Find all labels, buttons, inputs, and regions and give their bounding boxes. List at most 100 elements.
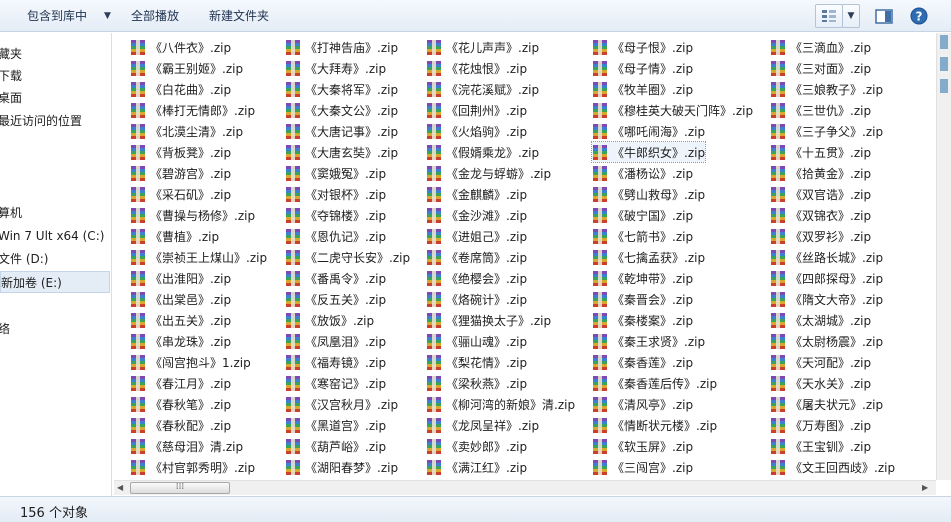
- file-item[interactable]: 《王宝钏》.zip: [770, 436, 871, 456]
- file-item[interactable]: 《三世仇》.zip: [770, 100, 871, 120]
- file-item[interactable]: 《放饭》.zip: [285, 310, 374, 330]
- nav-item[interactable]: 算机: [0, 202, 22, 224]
- file-item[interactable]: 《秦楼案》.zip: [592, 310, 693, 330]
- nav-item[interactable]: 最近访问的位置: [0, 110, 82, 132]
- file-item[interactable]: 《湖阳春梦》.zip: [285, 457, 398, 477]
- file-item[interactable]: 《大唐玄奘》.zip: [285, 142, 398, 162]
- file-item[interactable]: 《文王回西歧》.zip: [770, 457, 895, 477]
- scroll-left-arrow-icon[interactable]: ◀: [117, 483, 123, 492]
- file-item[interactable]: 《背板凳》.zip: [130, 142, 231, 162]
- nav-item[interactable]: 文件 (D:): [0, 248, 48, 270]
- file-item[interactable]: 《秦香莲后传》.zip: [592, 373, 717, 393]
- file-item[interactable]: 《二虎守长安》.zip: [285, 247, 410, 267]
- file-item[interactable]: 《出棠邑》.zip: [130, 289, 231, 309]
- file-item[interactable]: 《大唐记事》.zip: [285, 121, 398, 141]
- file-item[interactable]: 《村官郭秀明》.zip: [130, 457, 255, 477]
- file-item[interactable]: 《进姐己》.zip: [426, 226, 527, 246]
- file-item[interactable]: 《秦香莲》.zip: [592, 352, 693, 372]
- help-button[interactable]: ?: [906, 4, 932, 28]
- file-item[interactable]: 《夺锦楼》.zip: [285, 205, 386, 225]
- file-item[interactable]: 《春秋配》.zip: [130, 415, 231, 435]
- file-item[interactable]: 《软玉屏》.zip: [592, 436, 693, 456]
- file-item[interactable]: 《窦娥冤》.zip: [285, 163, 386, 183]
- file-item[interactable]: 《七箭书》.zip: [592, 226, 693, 246]
- file-item[interactable]: 《采石矶》.zip: [130, 184, 231, 204]
- file-item[interactable]: 《屠夫状元》.zip: [770, 394, 883, 414]
- file-item[interactable]: 《大拜寿》.zip: [285, 58, 386, 78]
- file-item[interactable]: 《葫芦峪》.zip: [285, 436, 386, 456]
- file-item[interactable]: 《三闯宫》.zip: [592, 457, 693, 477]
- file-item[interactable]: 《丝路长城》.zip: [770, 247, 883, 267]
- preview-pane-button[interactable]: [871, 4, 897, 28]
- file-item[interactable]: 《狸猫换太子》.zip: [426, 310, 551, 330]
- scrollbar-thumb[interactable]: ⁞⁞⁞: [130, 482, 230, 494]
- file-item[interactable]: 《白花曲》.zip: [130, 79, 231, 99]
- file-item[interactable]: 《金麒麟》.zip: [426, 184, 527, 204]
- file-item[interactable]: 《闯宫抱斗》1.zip: [130, 352, 251, 372]
- file-item[interactable]: 《母子情》.zip: [592, 58, 693, 78]
- file-item[interactable]: 《破宁国》.zip: [592, 205, 693, 225]
- file-item[interactable]: 《回荆州》.zip: [426, 100, 527, 120]
- file-item[interactable]: 《黑道宫》.zip: [285, 415, 386, 435]
- file-item[interactable]: 《绝樱会》.zip: [426, 268, 527, 288]
- file-item[interactable]: 《凤凰泪》.zip: [285, 331, 386, 351]
- file-item[interactable]: 《秦晋会》.zip: [592, 289, 693, 309]
- file-item[interactable]: 《慈母泪》清.zip: [130, 436, 243, 456]
- file-item[interactable]: 《霸王别姬》.zip: [130, 58, 243, 78]
- file-item[interactable]: 《天水关》.zip: [770, 373, 871, 393]
- file-item[interactable]: 《哪吒闹海》.zip: [592, 121, 705, 141]
- file-item[interactable]: 《假婿乘龙》.zip: [426, 142, 539, 162]
- file-item[interactable]: 《烙碗计》.zip: [426, 289, 527, 309]
- scroll-right-arrow-icon[interactable]: ▶: [922, 483, 928, 492]
- file-item[interactable]: 《乾坤带》.zip: [592, 268, 693, 288]
- file-item[interactable]: 《金沙滩》.zip: [426, 205, 527, 225]
- file-item[interactable]: 《番禹令》.zip: [285, 268, 386, 288]
- file-item[interactable]: 《情断状元楼》.zip: [592, 415, 717, 435]
- play-all-button[interactable]: 全部播放: [131, 7, 179, 25]
- file-item[interactable]: 《火焰驹》.zip: [426, 121, 527, 141]
- file-item[interactable]: 《劈山救母》.zip: [592, 184, 705, 204]
- file-item[interactable]: 《北漠尘清》.zip: [130, 121, 243, 141]
- file-item[interactable]: 《八件衣》.zip: [130, 37, 231, 57]
- file-item[interactable]: 《串龙珠》.zip: [130, 331, 231, 351]
- file-item[interactable]: 《牧羊圈》.zip: [592, 79, 693, 99]
- file-item[interactable]: 《四郎探母》.zip: [770, 268, 883, 288]
- file-item[interactable]: 《花烛恨》.zip: [426, 58, 527, 78]
- file-item[interactable]: 《三娘教子》.zip: [770, 79, 883, 99]
- nav-item[interactable]: 络: [0, 318, 10, 340]
- file-item[interactable]: 《清风亭》.zip: [592, 394, 693, 414]
- file-item[interactable]: 《双罗衫》.zip: [770, 226, 871, 246]
- file-item[interactable]: 《潘杨讼》.zip: [592, 163, 693, 183]
- chevron-down-icon[interactable]: ▼: [104, 7, 111, 25]
- file-item[interactable]: 《棒打无情郎》.zip: [130, 100, 255, 120]
- file-item[interactable]: 《三滴血》.zip: [770, 37, 871, 57]
- file-item[interactable]: 《秦王求贤》.zip: [592, 331, 705, 351]
- new-folder-button[interactable]: 新建文件夹: [209, 7, 269, 25]
- file-item[interactable]: 《满江红》.zip: [426, 457, 527, 477]
- file-item[interactable]: 《三对面》.zip: [770, 58, 871, 78]
- file-item[interactable]: 《出五关》.zip: [130, 310, 231, 330]
- file-item[interactable]: 《三子争父》.zip: [770, 121, 883, 141]
- file-item[interactable]: 《梁秋燕》.zip: [426, 373, 527, 393]
- include-in-library-button[interactable]: 包含到库中: [27, 7, 87, 25]
- file-item[interactable]: 《隋文大帝》.zip: [770, 289, 883, 309]
- file-item[interactable]: 《天河配》.zip: [770, 352, 871, 372]
- file-item[interactable]: 《反五关》.zip: [285, 289, 386, 309]
- file-item[interactable]: 《万寿图》.zip: [770, 415, 871, 435]
- file-item[interactable]: 《七擒孟获》.zip: [592, 247, 705, 267]
- file-item[interactable]: 《汉宫秋月》.zip: [285, 394, 398, 414]
- file-item[interactable]: 《崇祯王上煤山》.zip: [130, 247, 267, 267]
- file-item[interactable]: 《梨花情》.zip: [426, 352, 527, 372]
- file-item[interactable]: 《碧游宫》.zip: [130, 163, 231, 183]
- file-item[interactable]: 《打神告庙》.zip: [285, 37, 398, 57]
- file-item[interactable]: 《牛郎织女》.zip: [590, 141, 707, 163]
- file-item[interactable]: 《对银杯》.zip: [285, 184, 386, 204]
- file-item[interactable]: 《恩仇记》.zip: [285, 226, 386, 246]
- nav-item[interactable]: 下载: [0, 65, 22, 87]
- file-item[interactable]: 《大秦将军》.zip: [285, 79, 398, 99]
- nav-item[interactable]: 藏夹: [0, 43, 22, 65]
- file-item[interactable]: 《卖妙郎》.zip: [426, 436, 527, 456]
- file-item[interactable]: 《双锦衣》.zip: [770, 205, 871, 225]
- file-item[interactable]: 《拾黄金》.zip: [770, 163, 871, 183]
- file-item[interactable]: 《出淮阳》.zip: [130, 268, 231, 288]
